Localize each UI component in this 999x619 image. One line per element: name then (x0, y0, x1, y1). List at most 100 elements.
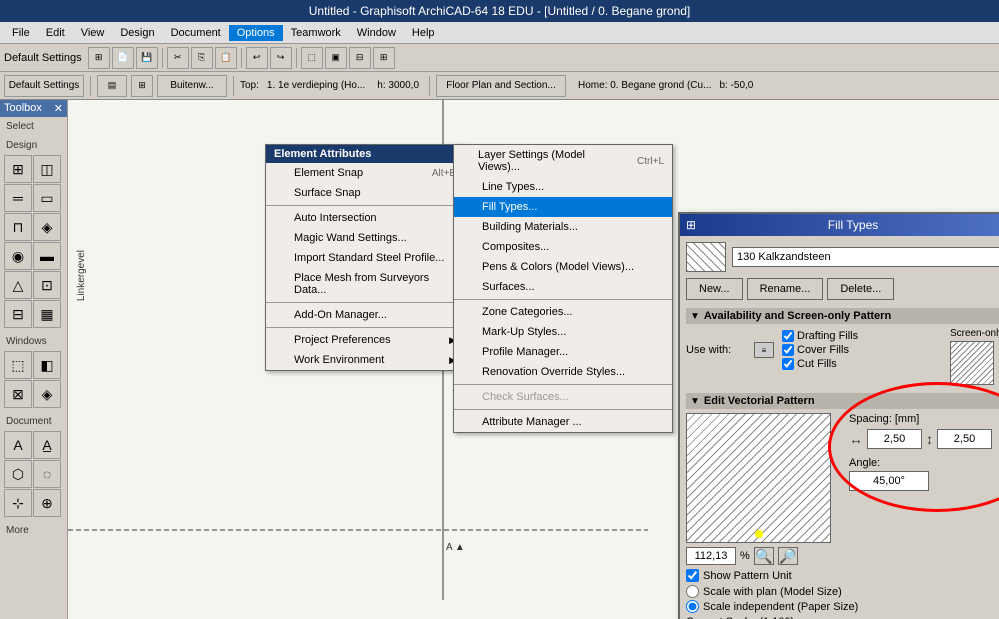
menu-line-types[interactable]: Line Types... (454, 177, 672, 197)
btn-new[interactable]: New... (686, 278, 743, 300)
show-pattern-text: Show Pattern Unit (703, 570, 792, 582)
check-drafting-label[interactable]: Drafting Fills (782, 330, 858, 342)
show-pattern-check[interactable] (686, 569, 699, 582)
tool-curtain[interactable]: ▦ (33, 300, 61, 328)
tool-door[interactable]: ⊓ (4, 213, 32, 241)
tool-beam[interactable]: ═ (4, 184, 32, 212)
menu-profile-manager[interactable]: Profile Manager... (454, 342, 672, 362)
tool-window[interactable]: ▭ (33, 184, 61, 212)
tool-doc4[interactable]: ◌ (33, 460, 61, 488)
check-cover-label[interactable]: Cover Fills (782, 344, 858, 356)
radio-scale-paper-label[interactable]: Scale independent (Paper Size) (686, 600, 999, 613)
radio-scale-paper[interactable] (686, 600, 699, 613)
toolbar-btn-7[interactable]: ⊟ (349, 47, 371, 69)
toolbar-btn-undo[interactable]: ↩ (246, 47, 268, 69)
menu-surface-snap[interactable]: Surface Snap (266, 183, 464, 203)
menu-surfaces[interactable]: Surfaces... (454, 277, 672, 297)
check-cut[interactable] (782, 358, 794, 370)
toolbar-btn-copy[interactable]: ⎘ (191, 47, 213, 69)
toolbar-btn-cut[interactable]: ✂ (167, 47, 189, 69)
tool-win3[interactable]: ⊠ (4, 380, 32, 408)
tool-mesh[interactable]: ⊡ (33, 271, 61, 299)
floor-plan-btn[interactable]: Floor Plan and Section... (436, 75, 566, 97)
tool-doc5[interactable]: ⊹ (4, 489, 32, 517)
zoom-input[interactable] (686, 547, 736, 565)
menu-options[interactable]: Options (229, 25, 283, 41)
toolbox-document-label[interactable]: Document (2, 414, 65, 429)
menu-addon-manager[interactable]: Add-On Manager... (266, 305, 464, 325)
menu-place-mesh[interactable]: Place Mesh from Surveyors Data... (266, 268, 464, 300)
zoom-out-btn[interactable]: 🔍 (754, 547, 774, 565)
menu-work-environment[interactable]: Work Environment ▶ (266, 350, 464, 370)
radio-scale-plan-label[interactable]: Scale with plan (Model Size) (686, 585, 999, 598)
menu-pens-colors[interactable]: Pens & Colors (Model Views)... (454, 257, 672, 277)
toolbar2-btn-1[interactable]: Default Settings (4, 75, 84, 97)
toolbar-btn-1[interactable]: ⊞ (88, 47, 110, 69)
menu-auto-intersection[interactable]: Auto Intersection (266, 208, 464, 228)
angle-input[interactable] (849, 471, 929, 491)
toolbar-btn-5[interactable]: ⬚ (301, 47, 323, 69)
tool-win4[interactable]: ◈ (33, 380, 61, 408)
menu-project-prefs[interactable]: Project Preferences ▶ (266, 330, 464, 350)
menu-zone-categories[interactable]: Zone Categories... (454, 302, 672, 322)
menu-document[interactable]: Document (163, 25, 229, 41)
menu-file[interactable]: File (4, 25, 38, 41)
check-drafting[interactable] (782, 330, 794, 342)
tool-doc1[interactable]: A (4, 431, 32, 459)
btn-rename[interactable]: Rename... (747, 278, 824, 300)
check-cover[interactable] (782, 344, 794, 356)
tool-doc3[interactable]: ⬡ (4, 460, 32, 488)
check-cut-label[interactable]: Cut Fills (782, 358, 858, 370)
tool-wall[interactable]: ⊞ (4, 155, 32, 183)
tool-roof[interactable]: △ (4, 271, 32, 299)
vectorial-toggle[interactable]: ▼ (690, 396, 700, 407)
menu-teamwork[interactable]: Teamwork (283, 25, 349, 41)
toolbar2-btn-2[interactable]: ▤ (97, 75, 127, 97)
menu-help[interactable]: Help (404, 25, 443, 41)
tool-slab[interactable]: ▬ (33, 242, 61, 270)
tool-column[interactable]: ◫ (33, 155, 61, 183)
toolbar-btn-3[interactable]: 💾 (136, 47, 158, 69)
toolbox-close-icon[interactable]: ✕ (54, 102, 63, 115)
menu-view[interactable]: View (73, 25, 113, 41)
show-pattern-label[interactable]: Show Pattern Unit (686, 569, 999, 582)
tool-win2[interactable]: ◧ (33, 351, 61, 379)
menu-building-materials[interactable]: Building Materials... (454, 217, 672, 237)
menu-renovation-override[interactable]: Renovation Override Styles... (454, 362, 672, 382)
toolbar-btn-8[interactable]: ⊞ (373, 47, 395, 69)
toolbar-btn-6[interactable]: ▣ (325, 47, 347, 69)
btn-delete[interactable]: Delete... (827, 278, 894, 300)
menu-markup-styles[interactable]: Mark-Up Styles... (454, 322, 672, 342)
menu-window[interactable]: Window (349, 25, 404, 41)
toolbox-more-label[interactable]: More (2, 523, 65, 538)
menu-fill-types[interactable]: Fill Types... (454, 197, 672, 217)
menu-magic-wand[interactable]: Magic Wand Settings... (266, 228, 464, 248)
tool-doc2[interactable]: A̲ (33, 431, 61, 459)
menu-composites[interactable]: Composites... (454, 237, 672, 257)
toolbar-btn-redo[interactable]: ↪ (270, 47, 292, 69)
tool-object[interactable]: ◈ (33, 213, 61, 241)
spacing-v-input[interactable] (937, 429, 992, 449)
spacing-h-input[interactable] (867, 429, 922, 449)
toolbox-select-label[interactable]: Select (2, 119, 65, 134)
toolbar2-buitenw[interactable]: Buitenw... (157, 75, 227, 97)
menu-edit[interactable]: Edit (38, 25, 73, 41)
tool-stair[interactable]: ⊟ (4, 300, 32, 328)
toolbar-btn-paste[interactable]: 📋 (215, 47, 237, 69)
toolbar-btn-2[interactable]: 📄 (112, 47, 134, 69)
toolbox-windows-label[interactable]: Windows (2, 334, 65, 349)
tool-doc6[interactable]: ⊕ (33, 489, 61, 517)
menu-design[interactable]: Design (112, 25, 162, 41)
availability-toggle[interactable]: ▼ (690, 311, 700, 322)
toolbox-design-label[interactable]: Design (2, 138, 65, 153)
fill-name-input[interactable] (732, 247, 999, 267)
toolbar2-btn-3[interactable]: ⊞ (131, 75, 153, 97)
menu-layer-settings[interactable]: Layer Settings (Model Views)... Ctrl+L (454, 145, 672, 177)
radio-scale-plan[interactable] (686, 585, 699, 598)
tool-win1[interactable]: ⬚ (4, 351, 32, 379)
zoom-in-btn[interactable]: 🔎 (778, 547, 798, 565)
menu-element-snap[interactable]: Element Snap Alt+E (266, 163, 464, 183)
tool-lamp[interactable]: ◉ (4, 242, 32, 270)
menu-attribute-manager[interactable]: Attribute Manager ... (454, 412, 672, 432)
menu-import-steel[interactable]: Import Standard Steel Profile... (266, 248, 464, 268)
